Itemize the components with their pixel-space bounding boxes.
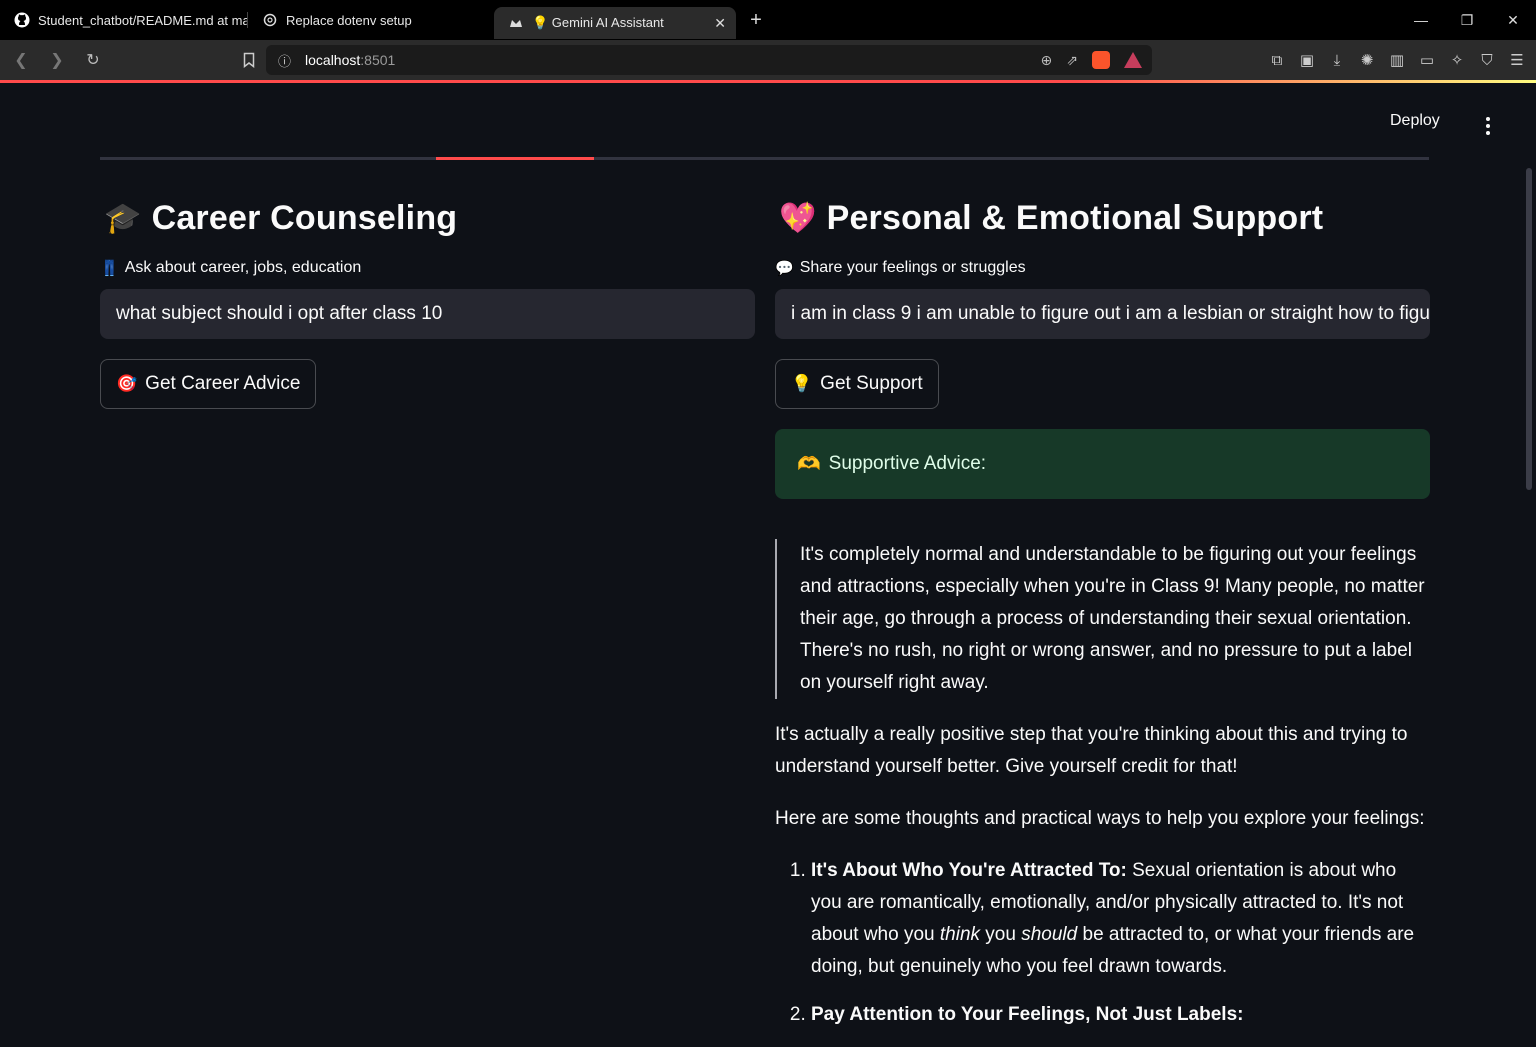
career-column: 🎓 Career Counseling 👖 Ask about career, … [100, 190, 755, 409]
speech-bubble-icon: 💬 [775, 260, 794, 277]
tab-title: 💡 Gemini AI Assistant [532, 15, 664, 30]
sparkling-heart-icon: 💖 [779, 201, 817, 235]
address-bar[interactable]: ⓘ localhost:8501 ⊕ ⇗ [266, 45, 1152, 75]
active-tab-indicator [436, 157, 594, 160]
banner-text: Supportive Advice: [828, 453, 987, 474]
github-icon [14, 12, 30, 28]
site-info-icon[interactable]: ⓘ [278, 51, 291, 70]
target-icon: 🎯 [116, 374, 138, 393]
support-column: 💖 Personal & Emotional Support 💬 Share y… [775, 190, 1430, 1047]
main-menu-icon[interactable] [1480, 114, 1496, 138]
career-label-text: Ask about career, jobs, education [124, 259, 362, 276]
brave-shields-icon[interactable] [1092, 51, 1110, 69]
brave-rewards-icon[interactable] [1124, 52, 1142, 68]
new-tab-button[interactable]: + [736, 9, 776, 32]
browser-tab-dotenv[interactable]: Replace dotenv setup [248, 4, 494, 36]
tab-strip [100, 157, 1429, 160]
tab-title: Replace dotenv setup [286, 12, 412, 28]
browser-tab-bar: Student_chatbot/README.md at mai Replace… [0, 0, 1536, 40]
get-career-advice-button[interactable]: 🎯 Get Career Advice [100, 359, 317, 409]
career-heading: 🎓 Career Counseling [100, 190, 755, 246]
ai-icon[interactable]: ✧ [1448, 51, 1466, 69]
advice-paragraph: It's actually a really positive step tha… [775, 724, 1408, 777]
item-text: you [980, 924, 1022, 945]
scrollbar[interactable] [1526, 168, 1532, 490]
streamlit-header-decoration [0, 80, 1536, 83]
leo-icon[interactable]: ✺ [1358, 51, 1376, 69]
button-label: Get Support [820, 373, 923, 394]
career-title: Career Counseling [151, 198, 458, 237]
url-port: :8501 [360, 52, 396, 68]
advice-intro: Here are some thoughts and practical way… [775, 808, 1425, 829]
url-host: localhost [305, 52, 361, 68]
browser-tab-gemini[interactable]: 💡 Gemini AI Assistant ✕ [494, 7, 736, 39]
wallet-icon[interactable]: ▭ [1418, 51, 1436, 69]
deploy-button[interactable]: Deploy [1390, 112, 1440, 130]
menu-icon[interactable]: ☰ [1508, 51, 1526, 69]
browser-toolbar: ❮ ❯ ↻ ⓘ localhost:8501 ⊕ ⇗ ⧉ ▣ ⤓ ✺ ▥ ▭ ✧… [0, 40, 1536, 80]
item-heading: It's About Who You're Attracted To: [811, 860, 1127, 881]
reload-icon[interactable]: ↻ [78, 45, 108, 75]
window-close-icon[interactable]: ✕ [1490, 0, 1536, 40]
browser-tab-github[interactable]: Student_chatbot/README.md at mai [0, 4, 248, 36]
bookmark-icon[interactable] [234, 45, 264, 75]
button-label: Get Career Advice [145, 373, 301, 394]
career-input-label: 👖 Ask about career, jobs, education [100, 258, 755, 278]
graduation-cap-icon: 🎓 [104, 201, 142, 235]
sidebar-icon[interactable]: ▥ [1388, 51, 1406, 69]
share-icon[interactable]: ⇗ [1066, 52, 1078, 69]
tab-title: Student_chatbot/README.md at mai [38, 12, 248, 28]
list-item: Pay Attention to Your Feelings, Not Just… [811, 999, 1430, 1031]
restore-icon[interactable]: ❐ [1444, 0, 1490, 40]
item-emphasis: should [1021, 924, 1078, 945]
support-title: Personal & Emotional Support [826, 198, 1324, 237]
advice-blockquote: It's completely normal and understandabl… [775, 539, 1430, 699]
item-heading: Pay Attention to Your Feelings, Not Just… [811, 1004, 1244, 1025]
supportive-advice-banner: 🫶 Supportive Advice: [775, 429, 1430, 499]
close-icon[interactable]: ✕ [714, 15, 726, 32]
support-heading: 💖 Personal & Emotional Support [775, 190, 1430, 246]
jeans-icon: 👖 [100, 260, 119, 277]
minimize-icon[interactable]: — [1398, 0, 1444, 40]
screenshot-icon[interactable]: ▣ [1298, 51, 1316, 69]
list-item: It's About Who You're Attracted To: Sexu… [811, 855, 1430, 983]
openai-icon [262, 12, 278, 28]
career-input[interactable]: what subject should i opt after class 10 [100, 289, 755, 339]
light-bulb-icon: 💡 [791, 374, 813, 393]
support-input-label: 💬 Share your feelings or struggles [775, 258, 1430, 278]
item-emphasis: think [939, 924, 981, 945]
heart-hands-icon: 🫶 [797, 454, 821, 475]
back-icon[interactable]: ❮ [6, 45, 36, 75]
streamlit-icon [508, 15, 524, 31]
downloads-icon[interactable]: ⤓ [1328, 52, 1346, 69]
support-label-text: Share your feelings or struggles [799, 259, 1026, 276]
zoom-icon[interactable]: ⊕ [1041, 52, 1053, 69]
support-input[interactable]: i am in class 9 i am unable to figure ou… [775, 289, 1430, 339]
forward-icon[interactable]: ❯ [42, 45, 72, 75]
get-support-button[interactable]: 💡 Get Support [775, 359, 939, 409]
vpn-icon[interactable]: ⛉ [1478, 52, 1496, 69]
extensions-icon[interactable]: ⧉ [1268, 52, 1286, 69]
advice-list: It's About Who You're Attracted To: Sexu… [775, 855, 1430, 1031]
